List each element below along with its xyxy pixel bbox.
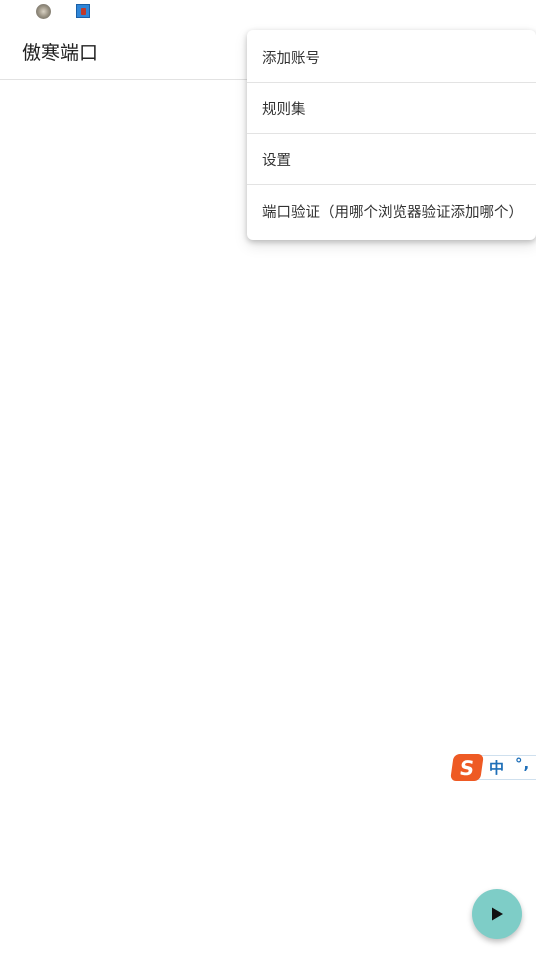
app-notification-icon [36, 4, 51, 19]
app-notification-icon-2 [76, 4, 90, 18]
sogou-logo-icon[interactable]: S [450, 754, 484, 781]
ime-mode-toggle[interactable]: 中 [489, 757, 504, 778]
menu-item-port-verify[interactable]: 端口验证（用哪个浏览器验证添加哪个） [247, 185, 536, 238]
ime-logo-letter: S [458, 755, 476, 780]
menu-item-label: 端口验证（用哪个浏览器验证添加哪个） [262, 205, 523, 221]
start-fab-button[interactable] [472, 889, 522, 939]
ime-floating-bar[interactable]: S 中 °, [450, 754, 536, 781]
status-bar [0, 0, 536, 22]
menu-item-label: 规则集 [262, 101, 306, 118]
play-icon [492, 907, 503, 921]
menu-item-label: 添加账号 [262, 50, 320, 67]
menu-item-settings[interactable]: 设置 [247, 134, 536, 185]
page-title: 傲寒端口 [22, 42, 99, 64]
overflow-menu: 添加账号 规则集 设置 端口验证（用哪个浏览器验证添加哪个） [247, 30, 536, 240]
menu-item-rule-set[interactable]: 规则集 [247, 83, 536, 134]
ime-punctuation-toggle[interactable]: °, [515, 755, 530, 773]
menu-item-label: 设置 [262, 152, 291, 169]
menu-item-add-account[interactable]: 添加账号 [247, 32, 536, 83]
